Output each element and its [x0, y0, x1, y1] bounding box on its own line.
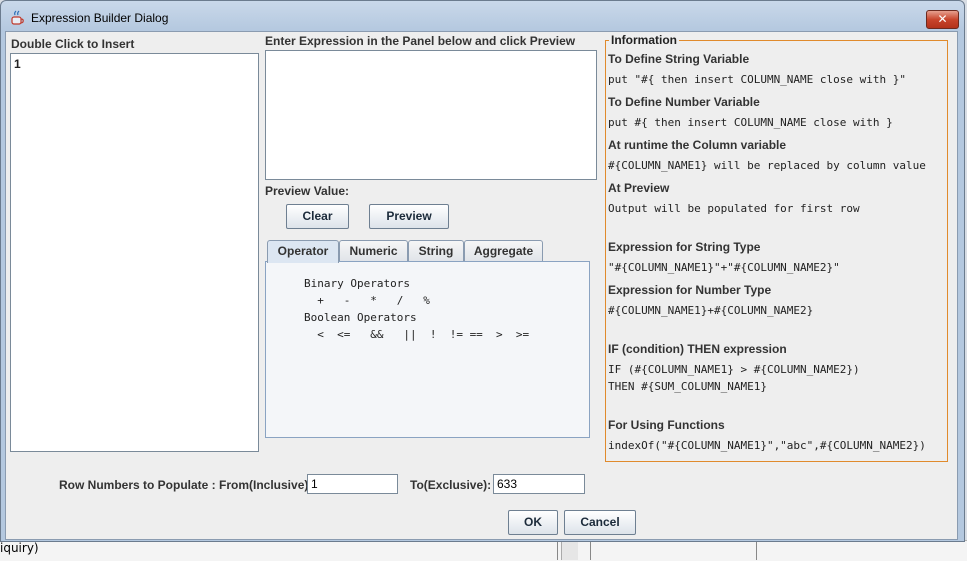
information-title: Information	[609, 33, 679, 47]
info-code: THEN #{SUM_COLUMN_NAME1}	[608, 380, 767, 393]
background-divider	[756, 540, 757, 560]
tab-numeric[interactable]: Numeric	[339, 240, 408, 262]
close-button[interactable]: ✕	[926, 10, 959, 29]
background-divider	[590, 540, 591, 560]
info-code: indexOf("#{COLUMN_NAME1}","abc",#{COLUMN…	[608, 439, 926, 452]
insert-list-label: Double Click to Insert	[11, 37, 135, 51]
binary-operators-list[interactable]: + - * / %	[304, 294, 430, 307]
info-heading: Expression for String Type	[608, 240, 761, 254]
expression-input[interactable]	[265, 50, 597, 180]
java-cup-icon	[11, 10, 24, 25]
background-text: iquiry)	[0, 541, 39, 555]
window-title: Expression Builder Dialog	[31, 11, 169, 25]
tab-aggregate[interactable]: Aggregate	[464, 240, 543, 262]
clear-button[interactable]: Clear	[286, 204, 349, 229]
info-code: Output will be populated for first row	[608, 202, 860, 215]
tab-operator[interactable]: Operator	[267, 240, 339, 263]
background-divider	[557, 540, 558, 560]
tab-string[interactable]: String	[408, 240, 464, 262]
info-heading: To Define String Variable	[608, 52, 750, 66]
preview-button[interactable]: Preview	[369, 204, 449, 229]
info-heading: At Preview	[608, 181, 670, 195]
to-label: To(Exclusive):	[410, 478, 492, 492]
info-code: "#{COLUMN_NAME1}"+"#{COLUMN_NAME2}"	[608, 261, 840, 274]
info-code: put #{ then insert COLUMN_NAME close wit…	[608, 116, 893, 129]
info-heading: At runtime the Column variable	[608, 138, 787, 152]
info-code: #{COLUMN_NAME1}+#{COLUMN_NAME2}	[608, 304, 814, 317]
info-heading: For Using Functions	[608, 418, 725, 432]
cancel-button[interactable]: Cancel	[564, 510, 636, 535]
info-code: put "#{ then insert COLUMN_NAME close wi…	[608, 73, 907, 86]
column-list[interactable]: 1	[10, 53, 259, 452]
operator-panel: Binary Operators + - * / % Boolean Opera…	[265, 261, 590, 438]
preview-value-label: Preview Value:	[265, 184, 350, 198]
info-code: IF (#{COLUMN_NAME1} > #{COLUMN_NAME2})	[608, 363, 860, 376]
to-input[interactable]: 633	[493, 474, 585, 494]
list-item[interactable]: 1	[14, 57, 21, 71]
from-label: Row Numbers to Populate : From(Inclusive…	[59, 478, 309, 492]
title-bar[interactable]: Expression Builder Dialog ✕	[1, 1, 964, 33]
boolean-operators-list[interactable]: < <= && || ! != == > >=	[304, 328, 529, 341]
boolean-operators-heading: Boolean Operators	[304, 311, 417, 324]
from-input[interactable]: 1	[307, 474, 398, 494]
info-heading: IF (condition) THEN expression	[608, 342, 787, 356]
background-scrollbar[interactable]	[561, 540, 578, 560]
expression-label: Enter Expression in the Panel below and …	[265, 34, 576, 48]
background-window	[0, 540, 967, 561]
info-heading: Expression for Number Type	[608, 283, 772, 297]
binary-operators-heading: Binary Operators	[304, 277, 410, 290]
info-heading: To Define Number Variable	[608, 95, 760, 109]
ok-button[interactable]: OK	[508, 510, 558, 535]
info-code: #{COLUMN_NAME1} will be replaced by colu…	[608, 159, 926, 172]
